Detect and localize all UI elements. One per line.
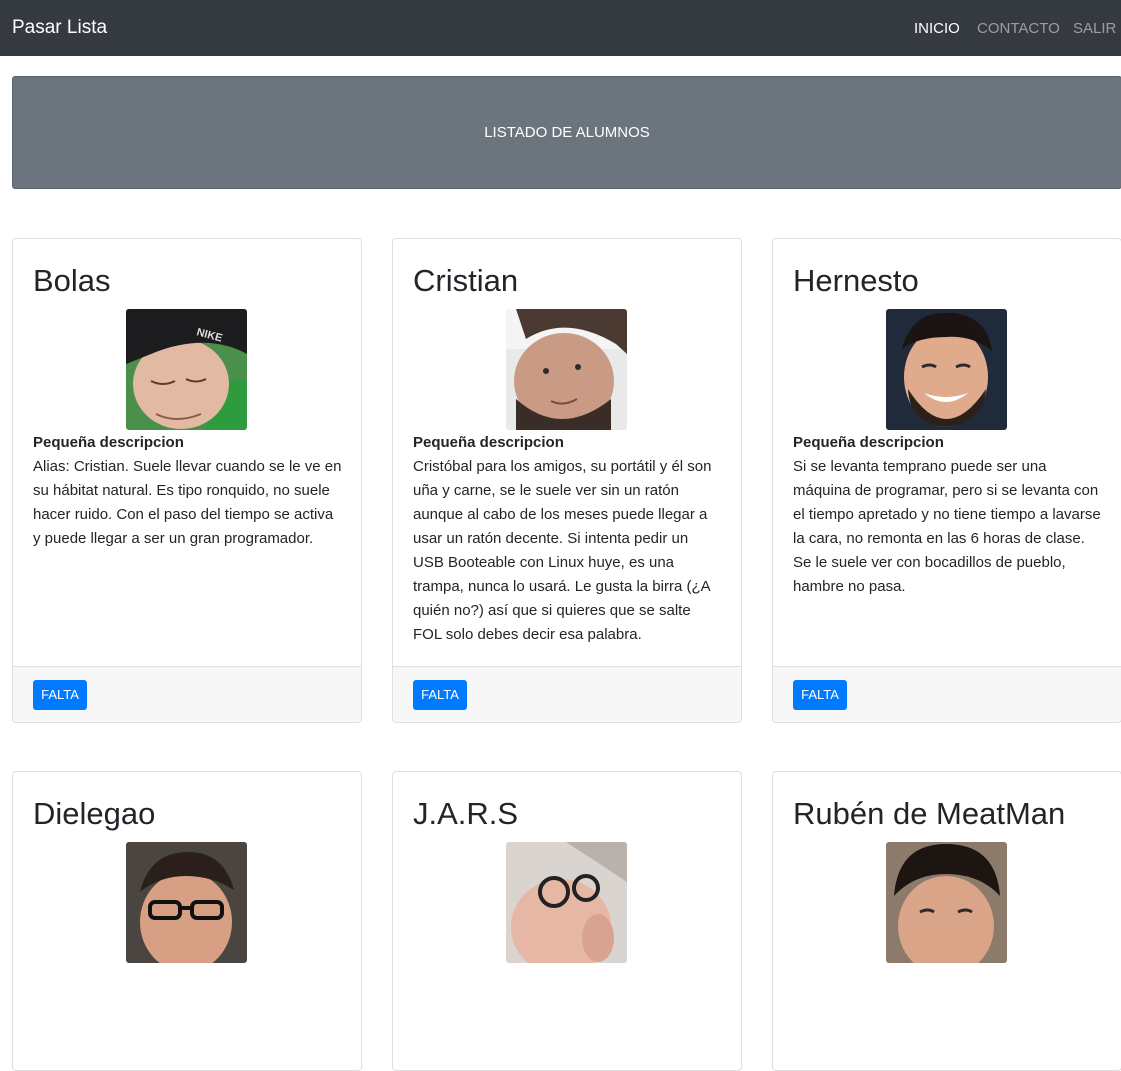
falta-button[interactable]: FALTA <box>793 680 847 710</box>
description-text: Cristóbal para los amigos, su portátil y… <box>413 458 712 643</box>
student-card: J.A.R.S <box>392 771 742 1071</box>
card-footer: FALTA <box>393 666 741 722</box>
student-photo <box>126 842 247 963</box>
student-name: Cristian <box>413 263 519 298</box>
page-header-banner: LISTADO DE ALUMNOS <box>12 76 1121 189</box>
card-footer: FALTA <box>773 666 1121 722</box>
description-heading: Pequeña descripcion <box>413 434 564 451</box>
card-footer: FALTA <box>13 666 361 722</box>
student-card: Dielegao <box>12 771 362 1071</box>
description-heading: Pequeña descripcion <box>793 434 944 451</box>
page-title: LISTADO DE ALUMNOS <box>484 124 650 141</box>
student-photo: NIKE <box>126 309 247 430</box>
nav-link-contacto[interactable]: CONTACTO <box>977 19 1060 39</box>
description-text: Alias: Cristian. Suele llevar cuando se … <box>33 458 342 547</box>
student-card: Hernesto Pequeña descripcion Si se levan… <box>772 238 1121 723</box>
navbar-brand[interactable]: Pasar Lista <box>12 16 107 40</box>
student-photo <box>506 842 627 963</box>
nav-link-salir[interactable]: SALIR <box>1073 19 1116 39</box>
student-card: Bolas NIKE Pequeña descripcion Alias: Cr… <box>12 238 362 723</box>
student-card: Rubén de MeatMan <box>772 771 1121 1071</box>
student-card: Cristian Pequeña descripcion Cristóbal p… <box>392 238 742 723</box>
student-photo <box>886 309 1007 430</box>
student-photo <box>886 842 1007 963</box>
student-name: Dielegao <box>33 796 156 831</box>
falta-button[interactable]: FALTA <box>413 680 467 710</box>
description-text: Si se levanta temprano puede ser una máq… <box>793 458 1101 595</box>
student-name: Bolas <box>33 263 111 298</box>
student-photo <box>506 309 627 430</box>
description-heading: Pequeña descripcion <box>33 434 184 451</box>
falta-button[interactable]: FALTA <box>33 680 87 710</box>
student-name: Hernesto <box>793 263 919 298</box>
student-name: J.A.R.S <box>413 796 519 831</box>
nav-link-inicio[interactable]: INICIO <box>914 19 960 39</box>
navbar: Pasar Lista INICIO CONTACTO SALIR <box>0 0 1121 56</box>
student-name: Rubén de MeatMan <box>793 796 1066 831</box>
